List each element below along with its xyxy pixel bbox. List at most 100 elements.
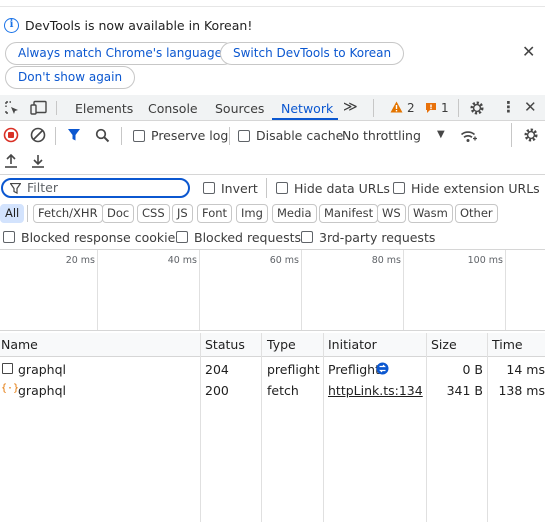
column-header-time[interactable]: Time	[492, 337, 523, 352]
inspect-element-icon[interactable]	[4, 100, 20, 116]
type-filter-ws[interactable]: WS	[377, 204, 406, 223]
preserve-log-label: Preserve log	[151, 128, 229, 143]
third-party-requests-label: 3rd-party requests	[319, 230, 436, 245]
filter-funnel-icon	[10, 183, 21, 194]
separator	[121, 127, 122, 145]
settings-gear-icon[interactable]	[469, 100, 485, 116]
tab-elements[interactable]: Elements	[75, 101, 133, 116]
timeline-gridline	[505, 250, 506, 330]
type-filter-img[interactable]: Img	[236, 204, 268, 223]
issues-count: 1	[441, 101, 449, 115]
active-tab-indicator	[272, 118, 338, 120]
timeline-tick-label: 40 ms	[167, 255, 197, 266]
separator	[56, 101, 57, 115]
tab-console[interactable]: Console	[148, 101, 198, 116]
info-icon: i	[4, 18, 19, 33]
fetch-request-icon: {·}	[1, 383, 20, 394]
blocked-requests-label: Blocked requests	[194, 230, 301, 245]
separator	[373, 99, 374, 117]
type-filter-media[interactable]: Media	[272, 204, 317, 223]
column-header-type[interactable]: Type	[267, 337, 296, 352]
third-party-requests-checkbox[interactable]	[301, 231, 313, 243]
request-initiator-link[interactable]: httpLink.ts:134	[328, 383, 423, 398]
type-filter-other[interactable]: Other	[455, 204, 498, 223]
network-settings-gear-icon[interactable]	[523, 127, 539, 143]
record-stop-icon[interactable]	[3, 127, 19, 143]
timeline-tick-label: 80 ms	[371, 255, 401, 266]
document-icon	[2, 363, 13, 374]
type-filter-fetch-xhr[interactable]: Fetch/XHR	[33, 204, 103, 223]
devtools-tabbar: Elements Console Sources Network ≫ 2 1 ⋮…	[0, 95, 545, 121]
separator	[458, 99, 459, 117]
preserve-log-checkbox[interactable]	[133, 130, 145, 142]
type-filter-font[interactable]: Font	[197, 204, 233, 223]
tab-sources[interactable]: Sources	[215, 101, 264, 116]
dont-show-again-button[interactable]: Don't show again	[5, 66, 136, 89]
separator	[266, 178, 267, 198]
network-toolbar: Preserve log Disable cache No throttling…	[0, 123, 545, 149]
close-devtools-icon[interactable]: ✕	[524, 98, 537, 116]
tab-network[interactable]: Network	[281, 101, 333, 116]
match-chrome-language-button[interactable]: Always match Chrome's language	[5, 42, 235, 65]
close-icon[interactable]: ✕	[522, 42, 535, 61]
device-toolbar-icon[interactable]	[30, 100, 48, 116]
issues-icon[interactable]	[425, 102, 437, 114]
table-row[interactable]: graphql 204 preflight Preflight 0 B 14 m…	[0, 358, 545, 379]
export-har-download-icon[interactable]	[31, 153, 45, 169]
more-tabs-icon[interactable]: ≫	[343, 99, 358, 115]
timeline-gridline	[301, 250, 302, 330]
request-type: preflight	[267, 362, 320, 377]
filter-funnel-icon[interactable]	[67, 128, 81, 142]
request-type: fetch	[267, 383, 299, 398]
column-header-initiator[interactable]: Initiator	[328, 337, 377, 352]
timeline-gridline	[199, 250, 200, 330]
network-toolbar-secondary	[0, 149, 545, 175]
column-header-name[interactable]: Name	[1, 337, 38, 352]
filter-placeholder: Filter	[27, 180, 58, 195]
request-status: 204	[205, 362, 229, 377]
throttling-select[interactable]: No throttling	[342, 128, 421, 143]
preflight-link-icon[interactable]	[376, 362, 389, 375]
type-filter-wasm[interactable]: Wasm	[408, 204, 453, 223]
disable-cache-checkbox[interactable]	[238, 130, 250, 142]
request-time: 138 ms	[498, 383, 545, 398]
column-header-status[interactable]: Status	[205, 337, 245, 352]
hide-extension-urls-label: Hide extension URLs	[411, 181, 540, 196]
timeline-gridline	[97, 250, 98, 330]
timeline-tick-label: 20 ms	[65, 255, 95, 266]
type-filter-manifest[interactable]: Manifest	[319, 204, 379, 223]
blocked-requests-checkbox[interactable]	[176, 231, 188, 243]
blocked-response-cookies-label: Blocked response cookies	[21, 230, 182, 245]
separator	[511, 123, 512, 147]
invert-checkbox[interactable]	[203, 182, 215, 194]
switch-to-korean-button[interactable]: Switch DevTools to Korean	[220, 42, 405, 65]
separator	[229, 127, 230, 145]
more-options-icon[interactable]: ⋮	[501, 98, 516, 116]
warnings-count: 2	[407, 101, 415, 115]
timeline-gridline	[403, 250, 404, 330]
chevron-down-icon[interactable]: ▼	[437, 129, 445, 140]
disable-cache-label: Disable cache	[256, 128, 344, 143]
hide-data-urls-checkbox[interactable]	[276, 182, 288, 194]
table-row[interactable]: {·} graphql 200 fetch httpLink.ts:134 34…	[0, 379, 545, 400]
column-header-size[interactable]: Size	[431, 337, 457, 352]
blocked-response-cookies-checkbox[interactable]	[3, 231, 15, 243]
separator	[55, 127, 56, 145]
import-har-upload-icon[interactable]	[4, 153, 18, 169]
invert-label: Invert	[221, 181, 258, 196]
hide-extension-urls-checkbox[interactable]	[393, 182, 405, 194]
divider	[0, 174, 545, 175]
hide-data-urls-label: Hide data URLs	[294, 181, 390, 196]
request-size: 341 B	[446, 383, 483, 398]
network-conditions-wifi-icon[interactable]	[460, 129, 478, 143]
request-initiator: Preflight	[328, 362, 380, 377]
clear-icon[interactable]	[30, 127, 46, 143]
type-filter-doc[interactable]: Doc	[102, 204, 135, 223]
type-filter-all[interactable]: All	[0, 204, 25, 223]
warning-icon[interactable]	[390, 101, 403, 113]
search-icon[interactable]	[95, 128, 110, 143]
type-filter-js[interactable]: JS	[172, 204, 193, 223]
type-filter-css[interactable]: CSS	[137, 204, 170, 223]
request-name: graphql	[18, 362, 66, 377]
timeline-tick-label: 60 ms	[269, 255, 299, 266]
